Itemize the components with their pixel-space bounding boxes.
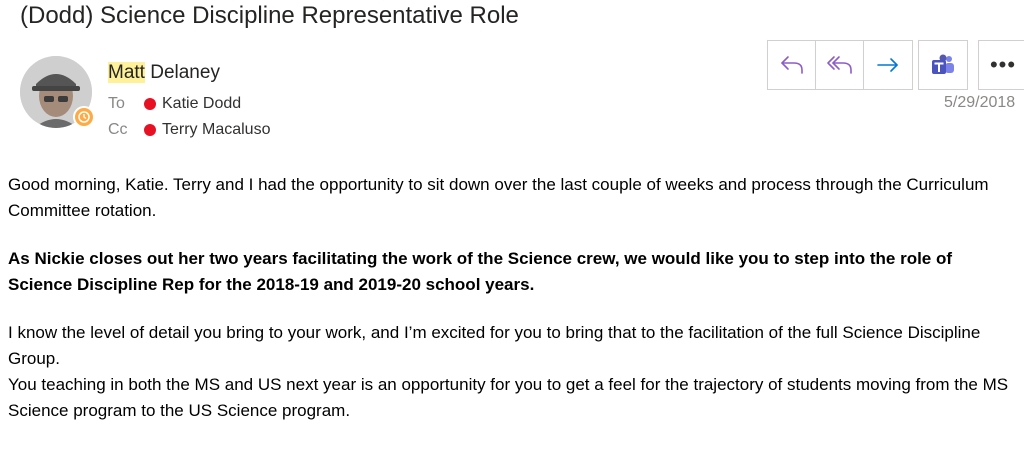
sender-first-name: Matt bbox=[108, 62, 145, 83]
body-paragraph: I know the level of detail you bring to … bbox=[8, 323, 981, 368]
more-options-button[interactable]: ••• bbox=[978, 40, 1024, 90]
clock-icon bbox=[78, 111, 90, 123]
body-paragraph-bold: As Nickie closes out her two years facil… bbox=[8, 249, 953, 294]
reply-icon bbox=[780, 56, 803, 74]
presence-away-icon bbox=[73, 106, 95, 128]
body-paragraph: You teaching in both the MS and US next … bbox=[8, 375, 1009, 420]
busy-status-icon bbox=[144, 124, 156, 136]
teams-icon bbox=[932, 54, 954, 74]
to-row: To Katie Dodd bbox=[108, 95, 241, 113]
cc-label: Cc bbox=[108, 121, 128, 138]
forward-arrow-icon bbox=[877, 58, 898, 72]
sender-name[interactable]: Matt Delaney bbox=[108, 62, 220, 84]
cc-row: Cc Terry Macaluso bbox=[108, 121, 270, 139]
reply-all-button[interactable] bbox=[816, 41, 864, 89]
reply-button[interactable] bbox=[768, 41, 816, 89]
body-paragraph: Good morning, Katie. Terry and I had the… bbox=[8, 175, 989, 220]
sent-date: 5/29/2018 bbox=[944, 94, 1016, 111]
busy-status-icon bbox=[144, 98, 156, 110]
forward-button[interactable] bbox=[864, 41, 912, 89]
teams-button[interactable] bbox=[918, 40, 968, 90]
cc-recipient[interactable]: Terry Macaluso bbox=[162, 121, 270, 139]
email-body: Good morning, Katie. Terry and I had the… bbox=[8, 172, 1018, 424]
sender-last-name: Delaney bbox=[144, 62, 220, 83]
reply-actions-group bbox=[767, 40, 913, 90]
to-label: To bbox=[108, 95, 125, 112]
to-recipient[interactable]: Katie Dodd bbox=[162, 95, 241, 113]
email-subject: (Dodd) Science Discipline Representative… bbox=[20, 2, 519, 29]
reply-all-icon bbox=[826, 56, 852, 74]
